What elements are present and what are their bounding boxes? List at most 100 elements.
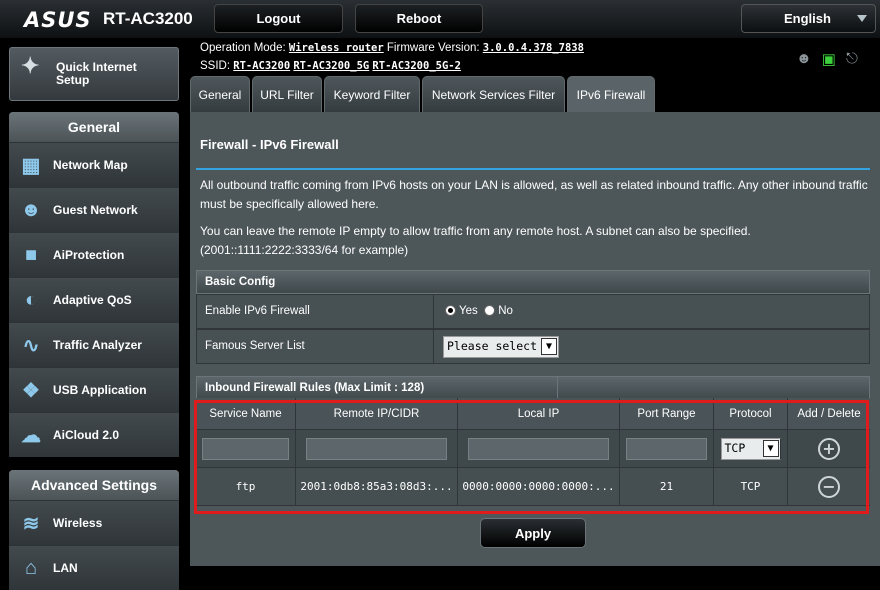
home-icon: ⌂ bbox=[24, 556, 38, 579]
cloud-icon: ☁ bbox=[21, 424, 41, 447]
top-bar: ASUS RT-AC3200 Logout Reboot English bbox=[0, 0, 880, 38]
column-header: Remote IP/CIDR bbox=[296, 398, 458, 429]
operation-mode-link[interactable]: Wireless router bbox=[289, 42, 384, 54]
column-header: Service Name bbox=[196, 398, 296, 429]
sidebar-item-guest-network[interactable]: ☻ Guest Network bbox=[9, 187, 179, 232]
tab-keyword-filter[interactable]: Keyword Filter bbox=[324, 76, 420, 112]
sidebar-item-label: AiProtection bbox=[53, 248, 125, 262]
usb-icon[interactable]: ⎋ bbox=[846, 50, 858, 68]
service-cell: ftp bbox=[196, 468, 296, 505]
ssid-link-3[interactable]: RT-AC3200_5G-2 bbox=[372, 60, 461, 72]
chart-icon: ∿ bbox=[22, 334, 40, 357]
sidebar-item-network-map[interactable]: ▦ Network Map bbox=[9, 142, 179, 187]
sidebar-item-adaptive-qos[interactable]: ◐ Adaptive QoS bbox=[9, 277, 179, 322]
column-header: Protocol bbox=[714, 398, 788, 429]
network-status-icon[interactable]: ▣ bbox=[822, 50, 836, 68]
remote-ip-cell: 2001:0db8:85a3:08d3:... bbox=[296, 468, 458, 505]
page-title: Firewall - IPv6 Firewall bbox=[200, 137, 339, 152]
chevron-down-icon: ▼ bbox=[541, 338, 557, 355]
column-header: Port Range bbox=[620, 398, 714, 429]
inbound-rules-title: Inbound Firewall Rules (Max Limit : 128) bbox=[205, 382, 425, 394]
chevron-down-icon bbox=[857, 15, 867, 22]
column-header: Local IP bbox=[458, 398, 620, 429]
protocol-select[interactable]: TCP ▼ bbox=[720, 437, 781, 460]
sidebar-item-label: Wireless bbox=[53, 516, 103, 530]
sidebar-item-label: AiCloud 2.0 bbox=[53, 428, 120, 442]
enable-no-option[interactable]: No bbox=[484, 305, 513, 317]
remote-ip-input[interactable] bbox=[305, 437, 448, 460]
column-divider bbox=[433, 330, 434, 363]
firmware-label: Firmware Version: bbox=[386, 42, 480, 54]
column-header: Add / Delete bbox=[797, 407, 861, 420]
clients-icon[interactable]: ☻ bbox=[796, 50, 812, 68]
ssid-link-1[interactable]: RT-AC3200 bbox=[233, 60, 290, 72]
inbound-rules-heading: Inbound Firewall Rules (Max Limit : 128) bbox=[196, 376, 870, 400]
quick-internet-setup-button[interactable]: ✦ Quick Internet Setup bbox=[9, 47, 179, 101]
sidebar-item-aiprotection[interactable]: ■ AiProtection bbox=[9, 232, 179, 277]
operation-info: Operation Mode: Wireless router Firmware… bbox=[200, 42, 584, 54]
sidebar-item-label: Guest Network bbox=[53, 203, 138, 217]
ssid-link-2[interactable]: RT-AC3200_5G bbox=[293, 60, 369, 72]
delete-rule-button[interactable]: − bbox=[818, 475, 840, 498]
ssid-label: SSID: bbox=[200, 60, 231, 72]
local-ip-input[interactable] bbox=[467, 437, 610, 460]
famous-server-select[interactable]: Please select ▼ bbox=[443, 336, 559, 358]
heading-divider bbox=[557, 377, 558, 399]
ssid-info: SSID: RT-AC3200 RT-AC3200_5G RT-AC3200_5… bbox=[200, 60, 461, 72]
tab-general[interactable]: General bbox=[190, 76, 250, 112]
asus-logo: ASUS bbox=[24, 8, 92, 32]
protocol-value: TCP bbox=[724, 441, 746, 455]
famous-server-row: Famous Server List Please select ▼ bbox=[196, 329, 870, 364]
language-label: English bbox=[784, 11, 831, 26]
service-name-input[interactable] bbox=[201, 437, 290, 460]
tab-network-services-filter[interactable]: Network Services Filter bbox=[422, 76, 565, 112]
operation-mode-label: Operation Mode: bbox=[200, 42, 286, 54]
sidebar-item-aicloud[interactable]: ☁ AiCloud 2.0 bbox=[9, 412, 179, 457]
no-label: No bbox=[498, 305, 513, 317]
tab-url-filter[interactable]: URL Filter bbox=[252, 76, 322, 112]
description-outbound: All outbound traffic coming from IPv6 ho… bbox=[200, 178, 868, 211]
magic-wand-icon: ✦ bbox=[21, 53, 40, 78]
port-cell: 21 bbox=[620, 468, 714, 505]
column-divider bbox=[433, 295, 434, 328]
local-ip-cell: 0000:0000:0000:0000:... bbox=[458, 468, 620, 505]
enable-yes-option[interactable]: Yes bbox=[445, 305, 478, 317]
sidebar-item-label: USB Application bbox=[53, 383, 147, 397]
model-name: RT-AC3200 bbox=[103, 9, 193, 28]
enable-firewall-label: Enable IPv6 Firewall bbox=[205, 305, 310, 317]
sidebar-item-wireless[interactable]: ≋ Wireless bbox=[9, 500, 179, 545]
enable-yes-radio[interactable] bbox=[445, 305, 456, 317]
puzzle-icon: ❖ bbox=[22, 379, 40, 402]
sidebar-item-usb-application[interactable]: ❖ USB Application bbox=[9, 367, 179, 412]
logout-button[interactable]: Logout bbox=[214, 4, 343, 33]
general-heading: General bbox=[9, 112, 179, 142]
general-menu: General ▦ Network Map ☻ Guest Network ■ … bbox=[9, 112, 179, 457]
firmware-link[interactable]: 3.0.0.4.378_7838 bbox=[483, 42, 584, 54]
chevron-down-icon: ▼ bbox=[762, 439, 779, 457]
table-header-row: Service Name Remote IP/CIDR Local IP Por… bbox=[196, 398, 870, 430]
sidebar-item-label: Adaptive QoS bbox=[53, 293, 132, 307]
description-remote-ip: You can leave the remote IP empty to all… bbox=[200, 224, 751, 257]
famous-server-value: Please select bbox=[447, 339, 538, 353]
sidebar-item-label: LAN bbox=[53, 561, 78, 575]
reboot-button[interactable]: Reboot bbox=[355, 4, 483, 33]
sidebar-item-lan[interactable]: ⌂ LAN bbox=[9, 545, 179, 590]
language-select[interactable]: English bbox=[741, 4, 876, 33]
enable-no-radio[interactable] bbox=[484, 305, 495, 317]
advanced-menu: Advanced Settings ≋ Wireless ⌂ LAN bbox=[9, 470, 179, 590]
sidebar-item-label: Traffic Analyzer bbox=[53, 338, 142, 352]
add-rule-button[interactable]: + bbox=[818, 437, 840, 460]
yes-label: Yes bbox=[459, 305, 478, 317]
sidebar-item-label: Network Map bbox=[53, 158, 128, 172]
sidebar-item-traffic-analyzer[interactable]: ∿ Traffic Analyzer bbox=[9, 322, 179, 367]
lock-icon: ■ bbox=[24, 243, 38, 266]
status-icons: ☻ ▣ ⎋ bbox=[796, 50, 858, 68]
apply-button[interactable]: Apply bbox=[480, 518, 586, 548]
port-range-input[interactable] bbox=[625, 437, 708, 460]
inbound-rules-table: Service Name Remote IP/CIDR Local IP Por… bbox=[196, 398, 870, 506]
title-divider bbox=[196, 168, 870, 170]
content-panel: Firewall - IPv6 Firewall All outbound tr… bbox=[190, 112, 880, 566]
tab-ipv6-firewall[interactable]: IPv6 Firewall bbox=[567, 76, 655, 113]
advanced-heading: Advanced Settings bbox=[9, 470, 179, 500]
new-rule-row: TCP ▼ + bbox=[196, 430, 870, 468]
